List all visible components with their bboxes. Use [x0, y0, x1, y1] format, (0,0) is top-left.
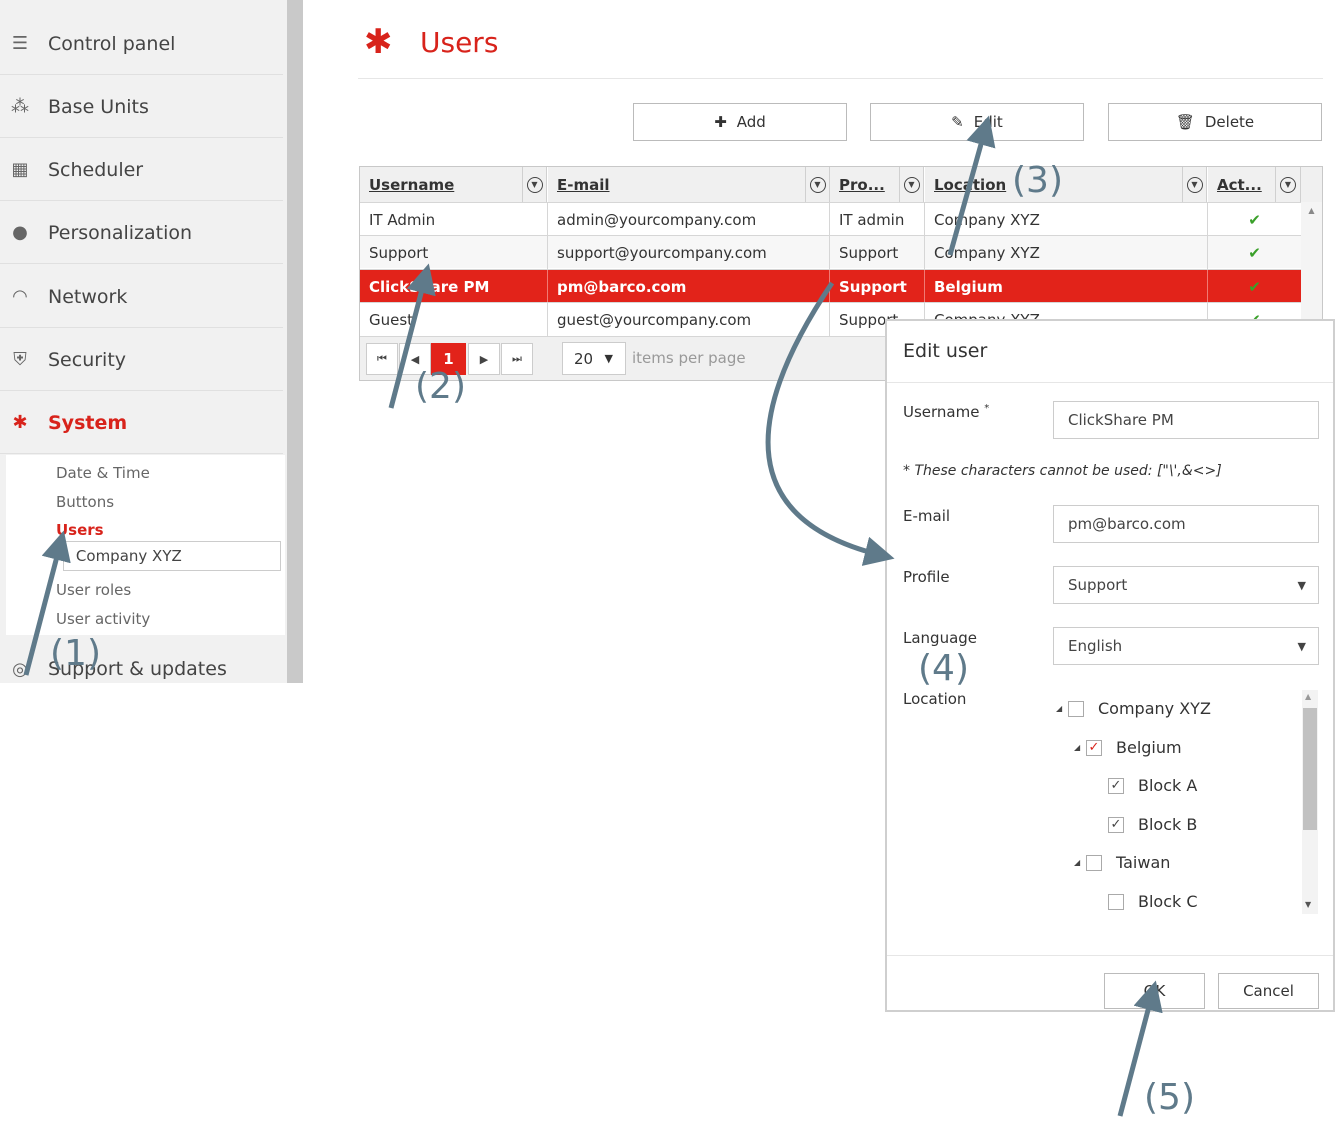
callout-5: (5) — [1144, 1077, 1195, 1118]
callout-1: (1) — [50, 633, 101, 674]
arrow-4 — [765, 281, 895, 566]
callout-arrows — [23, 115, 1163, 1117]
arrow-3 — [947, 115, 996, 256]
callout-4: (4) — [918, 648, 969, 689]
callout-2: (2) — [415, 366, 466, 407]
callout-3: (3) — [1012, 160, 1063, 201]
